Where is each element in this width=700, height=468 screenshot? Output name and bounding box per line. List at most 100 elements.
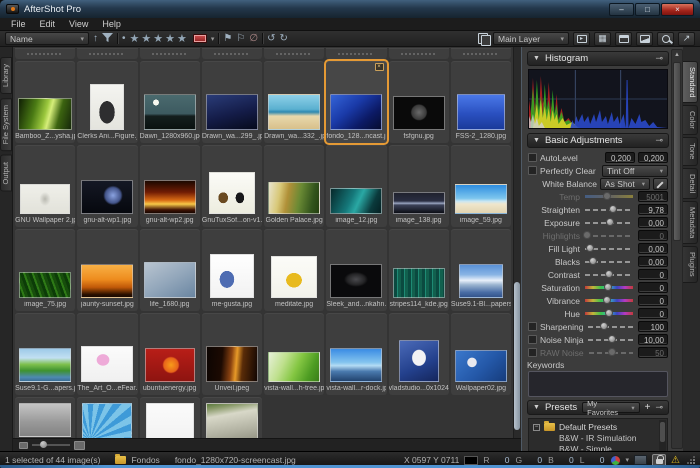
star-icon[interactable]: ★ — [177, 32, 189, 46]
star-icon[interactable]: ★ — [141, 32, 153, 46]
hue-value[interactable]: 0 — [638, 308, 668, 319]
chevron-down-icon[interactable]: ▾ — [626, 456, 630, 464]
image-cell-partial[interactable] — [264, 48, 324, 59]
maximize-button[interactable]: □ — [635, 3, 660, 16]
image-cell[interactable]: gnu-alt-wp1.jpg — [77, 145, 137, 227]
image-cell[interactable]: vista-wall...h-tree.jpg — [264, 313, 324, 395]
sharpening-value[interactable]: 100 — [638, 321, 668, 332]
saturation-slider[interactable] — [585, 283, 633, 292]
vibrance-value[interactable]: 0 — [638, 295, 668, 306]
presets-header[interactable]: ▼ Presets My Favorites ▾ + ⊸ — [527, 400, 669, 415]
noise-ninja-checkbox[interactable] — [528, 335, 537, 344]
slider-handle[interactable] — [605, 309, 613, 317]
image-cell[interactable]: meditate.jpg — [264, 229, 324, 311]
scroll-up-icon[interactable]: ▲ — [672, 50, 682, 60]
slideshow-button[interactable]: ▸ — [573, 32, 590, 46]
layer-select[interactable]: Main Layer ▾ — [493, 32, 569, 45]
sidebar-tab-file-system[interactable]: File System — [0, 98, 12, 151]
contrast-slider[interactable] — [585, 270, 633, 279]
sort-direction-icon[interactable]: ↑ — [93, 32, 98, 46]
raw-noise-value[interactable]: 50 — [638, 347, 668, 358]
panel-scrollbar-thumb[interactable] — [673, 62, 681, 241]
image-cell[interactable]: ubuntuenergy.jpg — [140, 313, 200, 395]
straighten-value[interactable]: 9,78 — [638, 204, 668, 215]
image-cell[interactable]: image_59.jpg — [451, 145, 511, 227]
slider-handle[interactable] — [608, 335, 616, 343]
preset-folder-row[interactable]: − Default Presets — [533, 421, 667, 433]
preset-item[interactable]: B&W - IR Simulation — [533, 433, 667, 444]
autolevel-value-1[interactable]: 0,200 — [605, 152, 635, 163]
image-cell-partial[interactable] — [326, 48, 386, 59]
image-cell[interactable] — [202, 397, 262, 438]
image-cell-partial[interactable] — [15, 48, 75, 59]
image-cell[interactable]: Wallpaper02.jpg — [451, 313, 511, 395]
image-cell-partial[interactable] — [389, 48, 449, 59]
vibrance-slider[interactable] — [585, 296, 633, 305]
image-cell[interactable]: Clerks Ani...Figure.jpg — [77, 61, 137, 143]
panel-tab-plugins[interactable]: Plugins — [683, 246, 698, 283]
noise-ninja-value[interactable]: 10,00 — [638, 334, 668, 345]
slider-handle[interactable] — [589, 257, 597, 265]
saturation-value[interactable]: 0 — [638, 282, 668, 293]
image-cell[interactable]: Drawn_wa...332_.jpg — [264, 61, 324, 143]
star-icon[interactable]: ★ — [153, 32, 165, 46]
image-cell[interactable]: stripes114_kde.jpg — [389, 229, 449, 311]
raw-noise-slider[interactable] — [589, 348, 633, 357]
image-cell[interactable]: fondo_128...ncast.jpg× — [326, 61, 386, 143]
image-cell-partial[interactable] — [77, 48, 137, 59]
preview-view-button[interactable] — [615, 32, 632, 46]
raw-noise-checkbox[interactable] — [528, 348, 537, 357]
exposure-slider[interactable] — [585, 218, 633, 227]
resize-grip[interactable] — [687, 456, 695, 464]
sidebar-tab-library[interactable]: Library — [0, 57, 12, 94]
image-cell[interactable]: GnuTuxSof...on-v1.jpg — [202, 145, 262, 227]
color-label-dropdown-icon[interactable]: ▾ — [211, 35, 215, 43]
panel-tab-metadata[interactable]: Metadata — [683, 201, 698, 244]
slider-handle[interactable] — [604, 283, 612, 291]
white-balance-select[interactable]: As Shot ▾ — [600, 178, 650, 190]
panel-tab-standard[interactable]: Standard — [683, 61, 698, 103]
image-cell[interactable]: Golden Palace.jpg — [264, 145, 324, 227]
basic-adjustments-header[interactable]: ▼ Basic Adjustments ⊸ — [527, 133, 669, 148]
image-cell[interactable]: jaunty-sunset.jpg — [77, 229, 137, 311]
slider-handle[interactable] — [605, 270, 613, 278]
image-cell[interactable]: vista-wall...r-dock.jpg — [326, 313, 386, 395]
image-cell[interactable]: FSS-2_1280.jpg — [451, 61, 511, 143]
color-management-icon[interactable] — [610, 455, 621, 466]
menu-item-edit[interactable]: Edit — [33, 18, 63, 31]
star-icon[interactable]: ★ — [165, 32, 177, 46]
highlights-slider[interactable] — [585, 231, 633, 240]
grid-scrollbar[interactable] — [513, 47, 521, 438]
sidebar-tab-output[interactable]: Output — [0, 155, 12, 192]
image-cell[interactable] — [140, 397, 200, 438]
image-cell[interactable] — [15, 397, 75, 438]
current-folder[interactable]: Fondos — [131, 455, 159, 465]
close-button[interactable]: × — [661, 3, 694, 16]
slider-handle[interactable] — [609, 205, 617, 213]
image-cell[interactable]: image_75.jpg — [15, 229, 75, 311]
panel-scrollbar[interactable]: ▲ — [671, 49, 683, 449]
image-cell-partial[interactable] — [451, 48, 511, 59]
image-cell[interactable]: me-gusta.jpg — [202, 229, 262, 311]
image-cell[interactable]: gnu-alt-wp2.jpg — [140, 145, 200, 227]
image-cell[interactable]: Bamboo_Z...ysha.jpg — [15, 61, 75, 143]
sharpening-checkbox[interactable] — [528, 322, 537, 331]
menu-item-file[interactable]: File — [4, 18, 33, 31]
panel-tab-detail[interactable]: Detail — [683, 168, 698, 199]
image-cell[interactable] — [77, 397, 137, 438]
image-cell[interactable]: image_12.jpg — [326, 145, 386, 227]
straighten-slider[interactable] — [585, 205, 633, 214]
flag-icon[interactable]: ⚑ — [223, 32, 232, 46]
highlights-value[interactable]: 0 — [638, 230, 668, 241]
slider-handle[interactable] — [603, 192, 611, 200]
slider-handle[interactable] — [583, 231, 591, 239]
presets-favorites-select[interactable]: My Favorites ▾ — [582, 402, 639, 413]
proof-icon[interactable] — [634, 455, 647, 465]
pin-icon[interactable]: ⊸ — [655, 402, 663, 413]
keywords-input[interactable] — [528, 371, 668, 397]
contrast-value[interactable]: 0 — [638, 269, 668, 280]
hue-slider[interactable] — [585, 309, 633, 318]
add-preset-button[interactable]: + — [645, 402, 651, 413]
exposure-value[interactable]: 0,00 — [638, 217, 668, 228]
slider-handle[interactable] — [600, 322, 608, 330]
